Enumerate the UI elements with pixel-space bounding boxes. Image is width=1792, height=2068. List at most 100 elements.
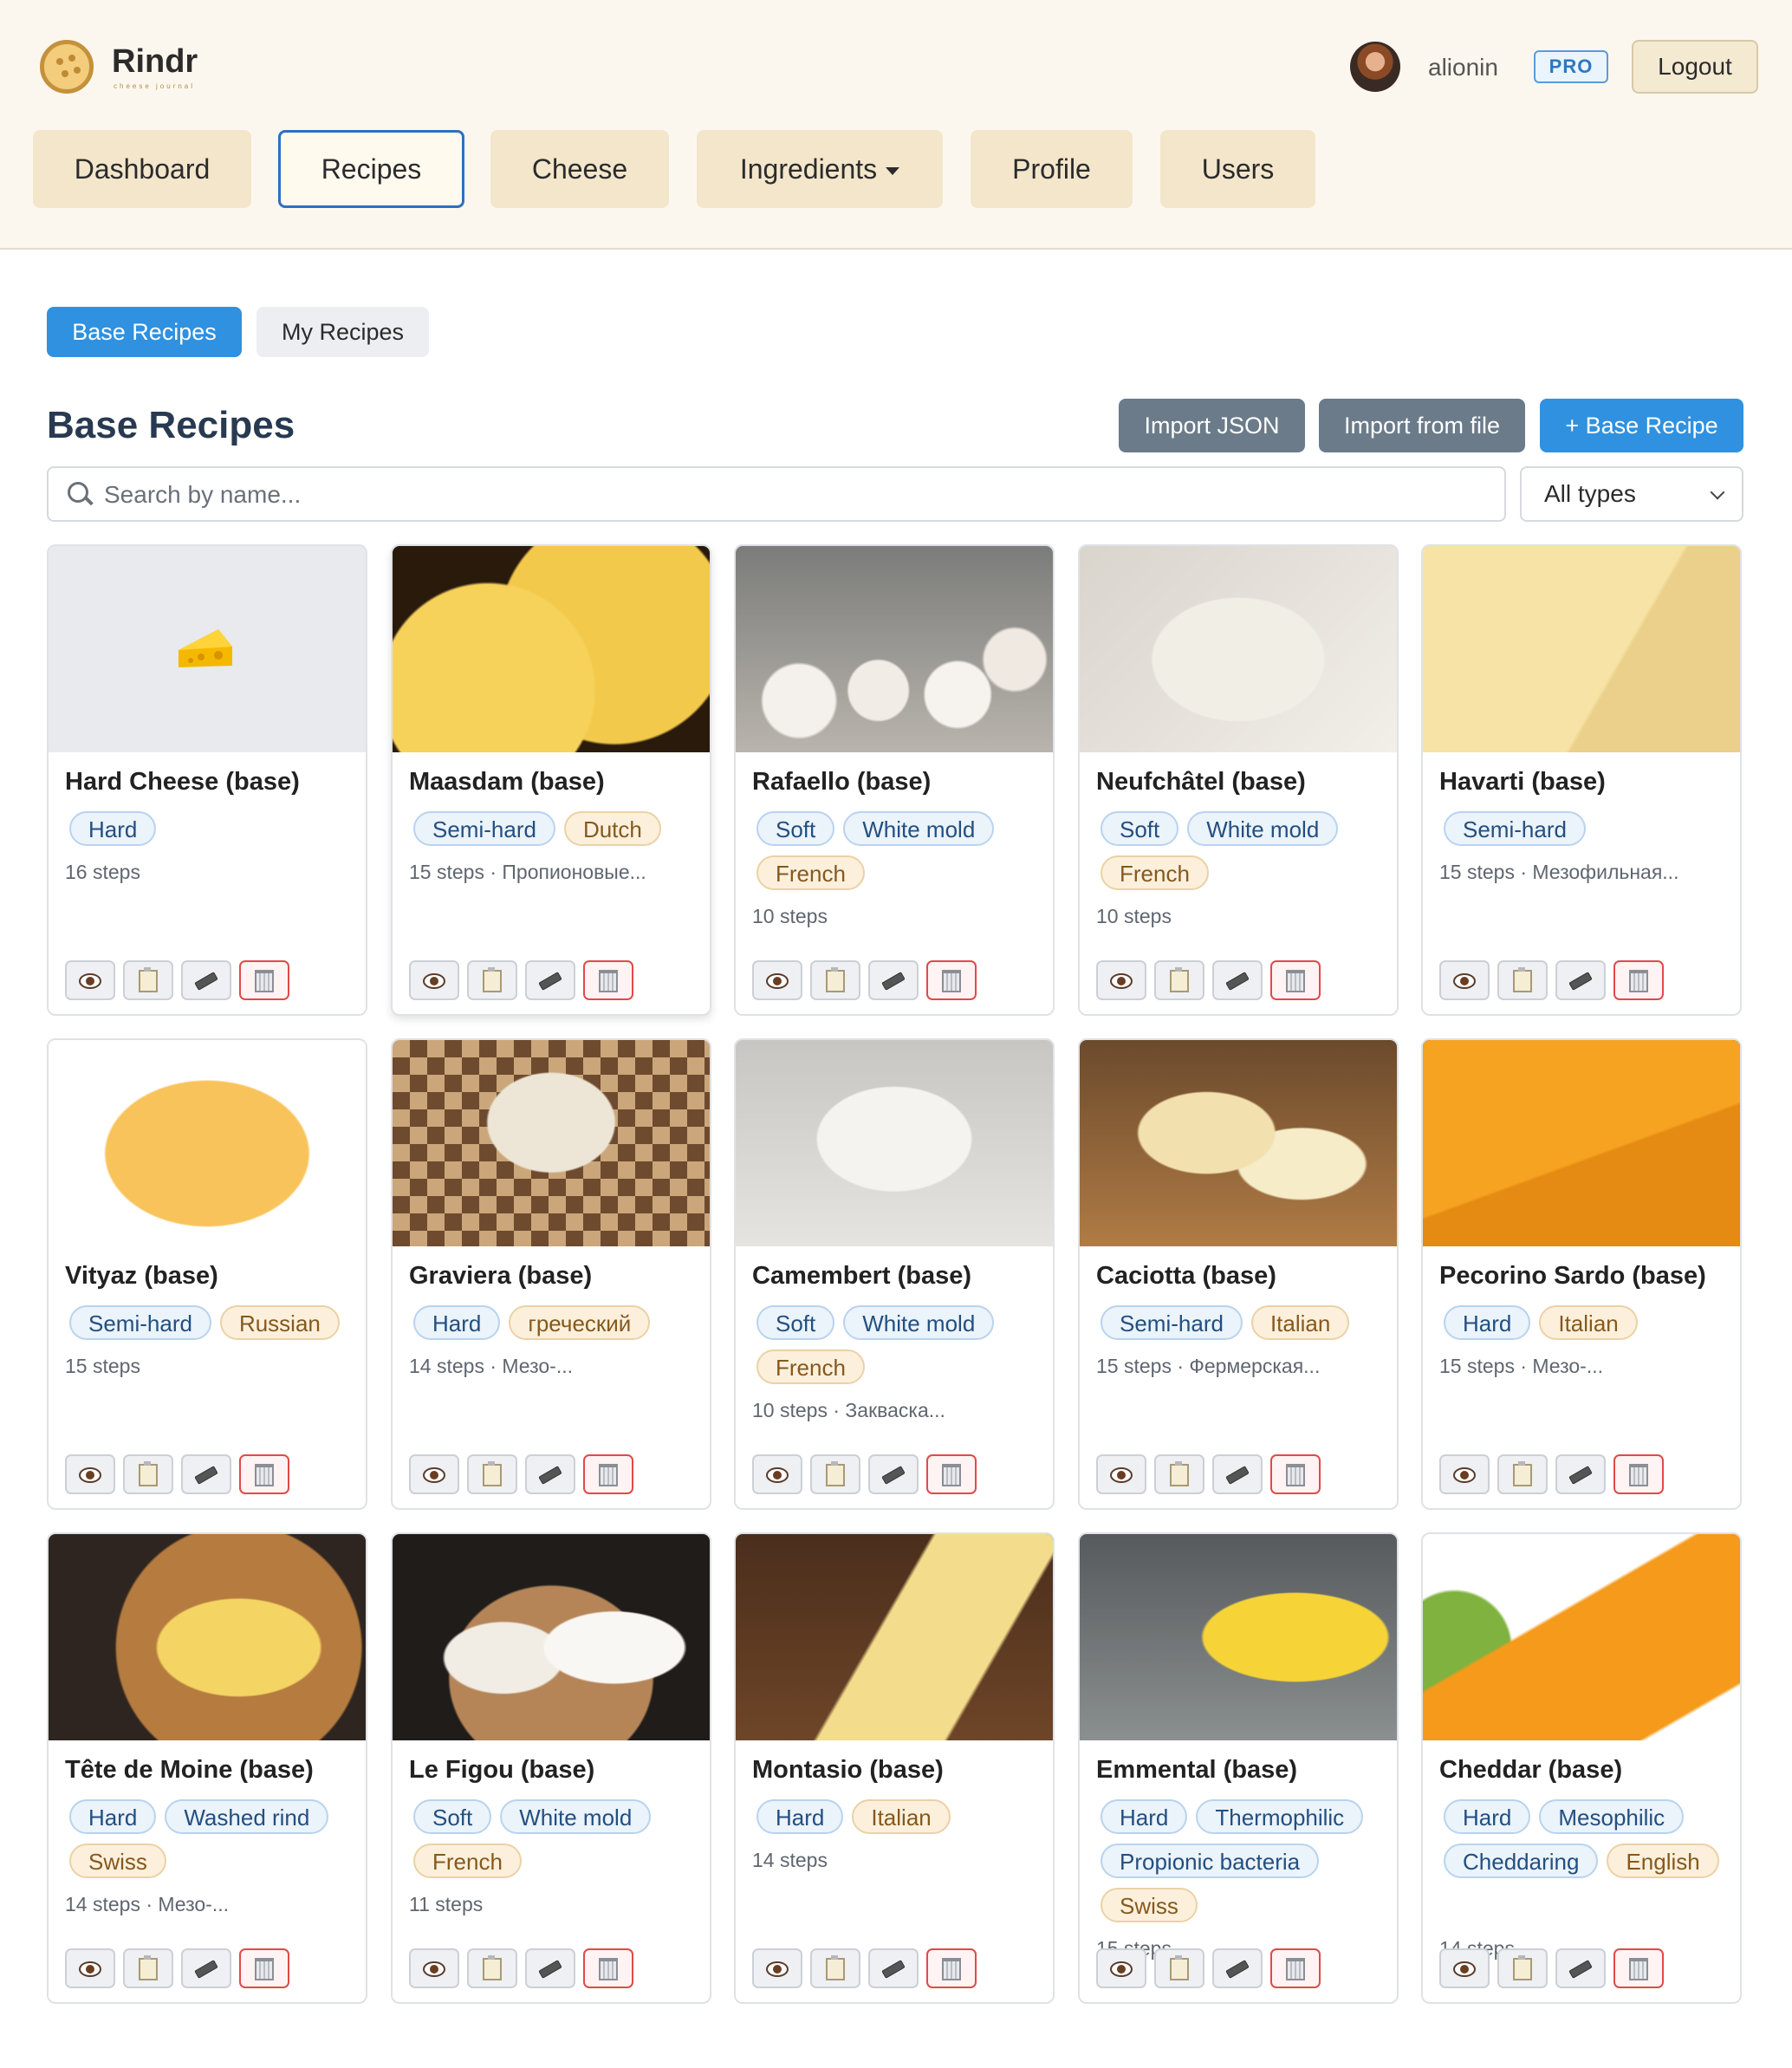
copy-button[interactable] (123, 960, 173, 1000)
delete-button[interactable] (1613, 960, 1664, 1000)
copy-button[interactable] (467, 960, 517, 1000)
edit-button[interactable] (525, 1948, 575, 1988)
tab-my-recipes[interactable]: My Recipes (256, 307, 429, 357)
nav-ingredients[interactable]: Ingredients (697, 130, 943, 208)
delete-button[interactable] (1270, 960, 1321, 1000)
delete-button[interactable] (1270, 1454, 1321, 1494)
tab-base-recipes[interactable]: Base Recipes (47, 307, 242, 357)
recipe-title[interactable]: Vityaz (base) (65, 1262, 218, 1291)
recipe-card[interactable]: Hard Cheese (base) Hard 16 steps (47, 544, 367, 1016)
nav-recipes[interactable]: Recipes (278, 130, 464, 208)
recipe-title[interactable]: Tête de Moine (base) (65, 1756, 314, 1785)
edit-button[interactable] (868, 1454, 919, 1494)
edit-button[interactable] (1212, 1454, 1263, 1494)
delete-button[interactable] (926, 1454, 977, 1494)
edit-button[interactable] (1212, 1948, 1263, 1988)
view-button[interactable] (752, 960, 802, 1000)
edit-button[interactable] (525, 1454, 575, 1494)
view-button[interactable] (409, 1454, 459, 1494)
type-filter-select[interactable]: All types (1520, 466, 1743, 522)
recipe-card[interactable]: Havarti (base) Semi-hard 15 steps · Мезофи… (1421, 544, 1742, 1016)
copy-button[interactable] (467, 1454, 517, 1494)
copy-button[interactable] (467, 1948, 517, 1988)
delete-button[interactable] (239, 960, 289, 1000)
recipe-card[interactable]: Emmental (base) Hard Thermophilic Propionic… (1078, 1532, 1399, 2004)
nav-profile[interactable]: Profile (971, 130, 1133, 208)
recipe-card[interactable]: Tête de Moine (base) Hard Washed rind Swiss… (47, 1532, 367, 2004)
edit-button[interactable] (868, 960, 919, 1000)
edit-button[interactable] (1555, 1948, 1606, 1988)
recipe-card[interactable]: Vityaz (base) Semi-hard Russian 15 steps (47, 1038, 367, 1510)
copy-button[interactable] (810, 1454, 860, 1494)
recipe-title[interactable]: Havarti (base) (1439, 768, 1606, 797)
recipe-card[interactable]: Camembert (base) Soft White mold French 10 s… (734, 1038, 1055, 1510)
copy-button[interactable] (1154, 1948, 1204, 1988)
recipe-card[interactable]: Maasdam (base) Semi-hard Dutch 15 steps · П… (391, 544, 711, 1016)
edit-button[interactable] (181, 1454, 231, 1494)
copy-button[interactable] (123, 1948, 173, 1988)
recipe-title[interactable]: Montasio (base) (752, 1756, 944, 1785)
logout-button[interactable]: Logout (1632, 40, 1758, 94)
delete-button[interactable] (239, 1948, 289, 1988)
delete-button[interactable] (926, 1948, 977, 1988)
delete-button[interactable] (1613, 1454, 1664, 1494)
copy-button[interactable] (1154, 1454, 1204, 1494)
search-input[interactable] (102, 468, 1492, 522)
recipe-card[interactable]: Neufchâtel (base) Soft White mold French 10 … (1078, 544, 1399, 1016)
view-button[interactable] (65, 1454, 115, 1494)
avatar[interactable] (1350, 42, 1400, 92)
delete-button[interactable] (583, 1948, 633, 1988)
recipe-card[interactable]: Rafaello (base) Soft White mold French 10 st… (734, 544, 1055, 1016)
copy-button[interactable] (1497, 1454, 1548, 1494)
edit-button[interactable] (181, 960, 231, 1000)
recipe-card[interactable]: Le Figou (base) Soft White mold French 11 st… (391, 1532, 711, 2004)
view-button[interactable] (1096, 1454, 1146, 1494)
nav-cheese[interactable]: Cheese (490, 130, 669, 208)
view-button[interactable] (1096, 1948, 1146, 1988)
recipe-card[interactable]: Graviera (base) Hard греческий 14 steps · М… (391, 1038, 711, 1510)
view-button[interactable] (752, 1454, 802, 1494)
edit-button[interactable] (1555, 960, 1606, 1000)
recipe-title[interactable]: Rafaello (base) (752, 768, 931, 797)
copy-button[interactable] (1497, 960, 1548, 1000)
view-button[interactable] (1096, 960, 1146, 1000)
recipe-title[interactable]: Emmental (base) (1096, 1756, 1297, 1785)
view-button[interactable] (65, 960, 115, 1000)
delete-button[interactable] (239, 1454, 289, 1494)
recipe-title[interactable]: Maasdam (base) (409, 768, 605, 797)
recipe-card[interactable]: Montasio (base) Hard Italian 14 steps (734, 1532, 1055, 2004)
recipe-card[interactable]: Cheddar (base) Hard Mesophilic Cheddaring En… (1421, 1532, 1742, 2004)
add-base-recipe-button[interactable]: + Base Recipe (1540, 399, 1743, 452)
delete-button[interactable] (1613, 1948, 1664, 1988)
view-button[interactable] (1439, 1454, 1490, 1494)
copy-button[interactable] (1497, 1948, 1548, 1988)
nav-users[interactable]: Users (1160, 130, 1315, 208)
view-button[interactable] (1439, 1948, 1490, 1988)
edit-button[interactable] (1555, 1454, 1606, 1494)
copy-button[interactable] (810, 1948, 860, 1988)
recipe-title[interactable]: Neufchâtel (base) (1096, 768, 1306, 797)
delete-button[interactable] (583, 1454, 633, 1494)
edit-button[interactable] (868, 1948, 919, 1988)
recipe-title[interactable]: Le Figou (base) (409, 1756, 594, 1785)
recipe-title[interactable]: Hard Cheese (base) (65, 768, 300, 797)
copy-button[interactable] (810, 960, 860, 1000)
edit-button[interactable] (1212, 960, 1263, 1000)
view-button[interactable] (409, 1948, 459, 1988)
delete-button[interactable] (926, 960, 977, 1000)
view-button[interactable] (752, 1948, 802, 1988)
view-button[interactable] (65, 1948, 115, 1988)
view-button[interactable] (409, 960, 459, 1000)
recipe-title[interactable]: Cheddar (base) (1439, 1756, 1622, 1785)
recipe-title[interactable]: Camembert (base) (752, 1262, 971, 1291)
delete-button[interactable] (1270, 1948, 1321, 1988)
view-button[interactable] (1439, 960, 1490, 1000)
edit-button[interactable] (181, 1948, 231, 1988)
recipe-title[interactable]: Caciotta (base) (1096, 1262, 1276, 1291)
edit-button[interactable] (525, 960, 575, 1000)
recipe-title[interactable]: Graviera (base) (409, 1262, 592, 1291)
import-file-button[interactable]: Import from file (1319, 399, 1525, 452)
recipe-card[interactable]: Caciotta (base) Semi-hard Italian 15 steps … (1078, 1038, 1399, 1510)
copy-button[interactable] (1154, 960, 1204, 1000)
import-json-button[interactable]: Import JSON (1119, 399, 1305, 452)
